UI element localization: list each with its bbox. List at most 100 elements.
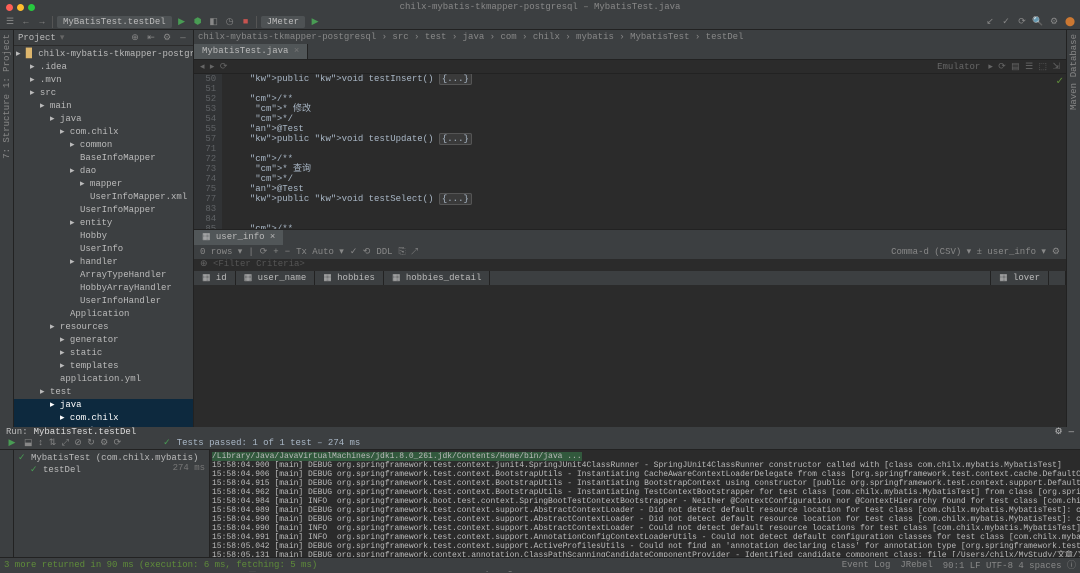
close-window[interactable] <box>6 4 13 11</box>
vcs-update-icon[interactable]: ↙ <box>984 16 996 28</box>
tree-node[interactable]: ▸ main <box>14 100 193 113</box>
tree-node[interactable]: ▸ handler <box>14 256 193 269</box>
tree-node[interactable]: ▸ java <box>14 399 193 412</box>
profile-icon[interactable]: ◷ <box>224 16 236 28</box>
run-title: MybatisTest.testDel <box>34 427 137 437</box>
tree-node[interactable]: ▸ src <box>14 87 193 100</box>
locate-icon[interactable]: ⊕ <box>129 32 141 44</box>
run-config-select[interactable]: MyBatisTest.testDel <box>57 16 172 28</box>
right-gutter: Database Maven <box>1066 30 1080 440</box>
tree-node[interactable]: ▸ generator <box>14 334 193 347</box>
database-tool-tab[interactable]: Database <box>1069 34 1079 77</box>
tree-node[interactable]: ▸ mapper <box>14 178 193 191</box>
tree-node[interactable]: ▸ com.chilx <box>14 126 193 139</box>
back-icon[interactable]: ← <box>20 16 32 28</box>
search-icon[interactable]: 🔍 <box>1032 16 1044 28</box>
rerun-icon[interactable]: ▶ <box>6 437 18 449</box>
tree-node[interactable]: ▸ static <box>14 347 193 360</box>
collapse-icon[interactable]: ⇤ <box>145 32 157 44</box>
db-column[interactable] <box>490 271 991 285</box>
tree-node[interactable]: ▸ resources <box>14 321 193 334</box>
run-gutter <box>0 450 14 562</box>
tree-node[interactable]: BaseInfoMapper <box>14 152 193 165</box>
tree-node[interactable]: Application <box>14 308 193 321</box>
editor-area: chilx-mybatis-tkmapper-postgresql › src … <box>194 30 1066 440</box>
stop-icon[interactable]: ■ <box>240 16 252 28</box>
db-column[interactable]: ▦ id <box>194 271 236 285</box>
db-column[interactable] <box>1049 271 1066 285</box>
settings-icon[interactable]: ⚙ <box>1048 16 1060 28</box>
test-tree[interactable]: MybatisTest (com.chilx.mybatis) 274 mste… <box>14 450 210 562</box>
jmeter-select[interactable]: JMeter <box>261 16 305 28</box>
console-output[interactable]: /Library/Java/JavaVirtualMachines/jdk1.8… <box>210 450 1080 562</box>
breadcrumbs[interactable]: chilx-mybatis-tkmapper-postgresql › src … <box>194 30 1066 44</box>
emulator-label[interactable]: Emulator <box>937 62 980 72</box>
tree-node[interactable]: ▸ entity <box>14 217 193 230</box>
run-icon[interactable]: ▶ <box>176 16 188 28</box>
jrebel-link[interactable]: JRebel <box>900 560 932 570</box>
db-column[interactable]: ▦ lover <box>991 271 1049 285</box>
tree-node[interactable]: ▸ templates <box>14 360 193 373</box>
coverage-icon[interactable]: ◧ <box>208 16 220 28</box>
vcs-commit-icon[interactable]: ✓ <box>1000 16 1012 28</box>
project-tool-tab[interactable]: 1: Project <box>2 34 12 88</box>
run-settings-icon[interactable]: ⚙ <box>1055 427 1063 437</box>
run-hide-icon[interactable]: — <box>1069 427 1074 437</box>
project-sidebar: Project ▾ ⊕ ⇤ ⚙ — ▸ ▉ chilx-mybatis-tkma… <box>14 30 194 440</box>
left-gutter: 1: Project 7: Structure <box>0 30 14 440</box>
tree-node[interactable]: Hobby <box>14 230 193 243</box>
line-numbers: 50 51 52 53 54 55 57 71 72 73 74 75 77 8… <box>194 74 222 229</box>
test-node[interactable]: MybatisTest (com.chilx.mybatis) 274 ms <box>18 452 205 464</box>
db-export-select[interactable]: Comma-d (CSV) ▾ ± user_info ▾ <box>891 247 1046 257</box>
db-column[interactable]: ▦ hobbies_detail <box>384 271 491 285</box>
tree-node[interactable]: ▸ com.chilx <box>14 412 193 425</box>
source-code[interactable]: "kw">public "kw">void testInsert() {...}… <box>222 74 1066 229</box>
status-message: 3 more returned in 90 ms (execution: 6 m… <box>4 560 317 570</box>
avatar-icon[interactable]: ⬤ <box>1064 16 1076 28</box>
db-filter-input[interactable]: ⊕ <Filter Criteria> <box>194 259 1066 271</box>
titlebar: chilx-mybatis-tkmapper-postgresql – Myba… <box>0 0 1080 14</box>
tree-node[interactable]: ▸ .mvn <box>14 74 193 87</box>
test-toolbar-icons[interactable]: ⬓ ↕ ⇅ ⤢ ⊘ ↻ ⚙ ⟳ <box>24 438 121 448</box>
tree-node[interactable]: application.yml <box>14 373 193 386</box>
gear-icon[interactable]: ⚙ <box>161 32 173 44</box>
db-tab[interactable]: ▦ user_info × <box>194 230 283 245</box>
tree-node[interactable]: ▸ test <box>14 386 193 399</box>
db-columns: ▦ id▦ user_name▦ hobbies▦ hobbies_detail… <box>194 271 1066 285</box>
inspection-ok-icon[interactable]: ✓ <box>1056 76 1064 88</box>
history-icon[interactable]: ⟳ <box>1016 16 1028 28</box>
main-toolbar: ☰ ← → MyBatisTest.testDel ▶ ⬢ ◧ ◷ ■ JMet… <box>0 14 1080 30</box>
tree-node[interactable]: UserInfoHandler <box>14 295 193 308</box>
tree-node[interactable]: ▸ common <box>14 139 193 152</box>
maximize-window[interactable] <box>28 4 35 11</box>
db-settings-icon[interactable]: ⚙ <box>1052 247 1060 257</box>
db-ddl[interactable]: DDL <box>376 247 392 257</box>
tree-node[interactable]: ▸ .idea <box>14 61 193 74</box>
tree-node[interactable]: ▸ dao <box>14 165 193 178</box>
db-column[interactable]: ▦ hobbies <box>315 271 384 285</box>
tree-node[interactable]: UserInfoMapper.xml <box>14 191 193 204</box>
tree-node[interactable]: ArrayTypeHandler <box>14 269 193 282</box>
open-icon[interactable]: ☰ <box>4 16 16 28</box>
hide-icon[interactable]: — <box>177 32 189 44</box>
editor-tab[interactable]: MybatisTest.java × <box>194 44 308 59</box>
db-column[interactable]: ▦ user_name <box>236 271 316 285</box>
db-add-icon[interactable]: + <box>273 247 278 257</box>
tree-root[interactable]: ▸ ▉ chilx-mybatis-tkmapper-postgresql ~/… <box>14 48 193 61</box>
db-refresh-icon[interactable]: ⟳ <box>260 247 268 257</box>
tree-node[interactable]: ▸ java <box>14 113 193 126</box>
db-tx-select[interactable]: Tx Auto ▾ <box>296 247 344 257</box>
db-result-body <box>194 285 1066 440</box>
structure-tool-tab[interactable]: 7: Structure <box>2 94 12 159</box>
debug-icon[interactable]: ⬢ <box>192 16 204 28</box>
forward-icon[interactable]: → <box>36 16 48 28</box>
tree-node[interactable]: UserInfoMapper <box>14 204 193 217</box>
maven-tool-tab[interactable]: Maven <box>1069 83 1079 110</box>
db-rows-select[interactable]: 0 rows ▾ <box>200 247 242 257</box>
minimize-window[interactable] <box>17 4 24 11</box>
jmeter-run-icon[interactable]: ▶ <box>309 16 321 28</box>
db-remove-icon[interactable]: − <box>285 247 290 257</box>
tree-node[interactable]: UserInfo <box>14 243 193 256</box>
event-log-link[interactable]: Event Log <box>842 560 891 570</box>
tree-node[interactable]: HobbyArrayHandler <box>14 282 193 295</box>
